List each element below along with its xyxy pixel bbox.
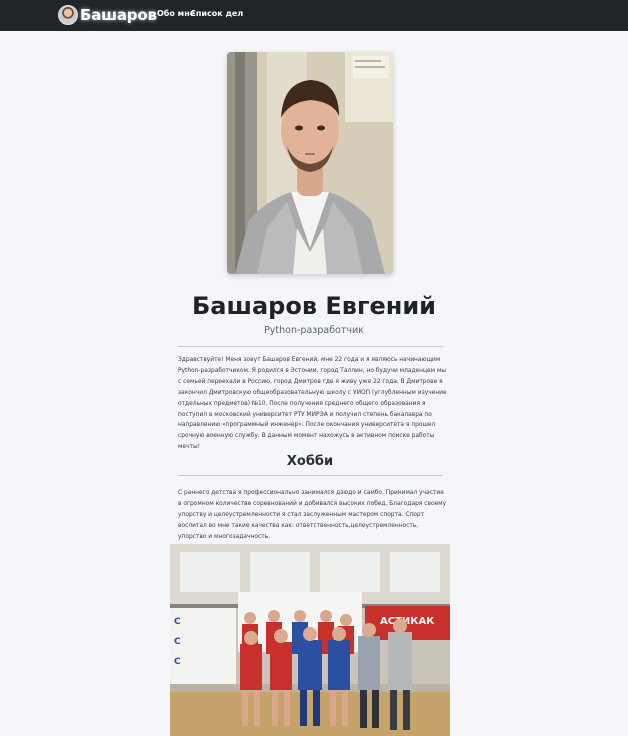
svg-text:C: C: [174, 617, 181, 627]
divider: [178, 475, 443, 476]
brand-name: Башаров: [80, 6, 157, 24]
profile-photo: [227, 52, 393, 274]
hobby-paragraph: С раннего детства я профессионально зани…: [178, 490, 447, 540]
hobby-photo: C C C АСТИКАК: [170, 544, 450, 736]
divider: [178, 346, 443, 347]
avatar-icon: [58, 5, 78, 25]
top-navbar: Башаров Обо мне Список дел: [0, 0, 628, 31]
profile-name: Башаров Евгений: [192, 292, 436, 320]
hobby-title: Хобби: [286, 454, 334, 469]
svg-text:C: C: [174, 657, 181, 667]
banner-text: АСТИКАК: [380, 616, 435, 627]
profile-role: Python-разработчик: [264, 325, 364, 336]
brand-link[interactable]: Башаров: [58, 2, 157, 28]
about-paragraph: Здравствуйте! Меня зовут Башаров Евгений…: [178, 357, 447, 451]
svg-text:C: C: [174, 637, 181, 647]
nav-link-todo-list[interactable]: Список дел: [190, 9, 243, 18]
